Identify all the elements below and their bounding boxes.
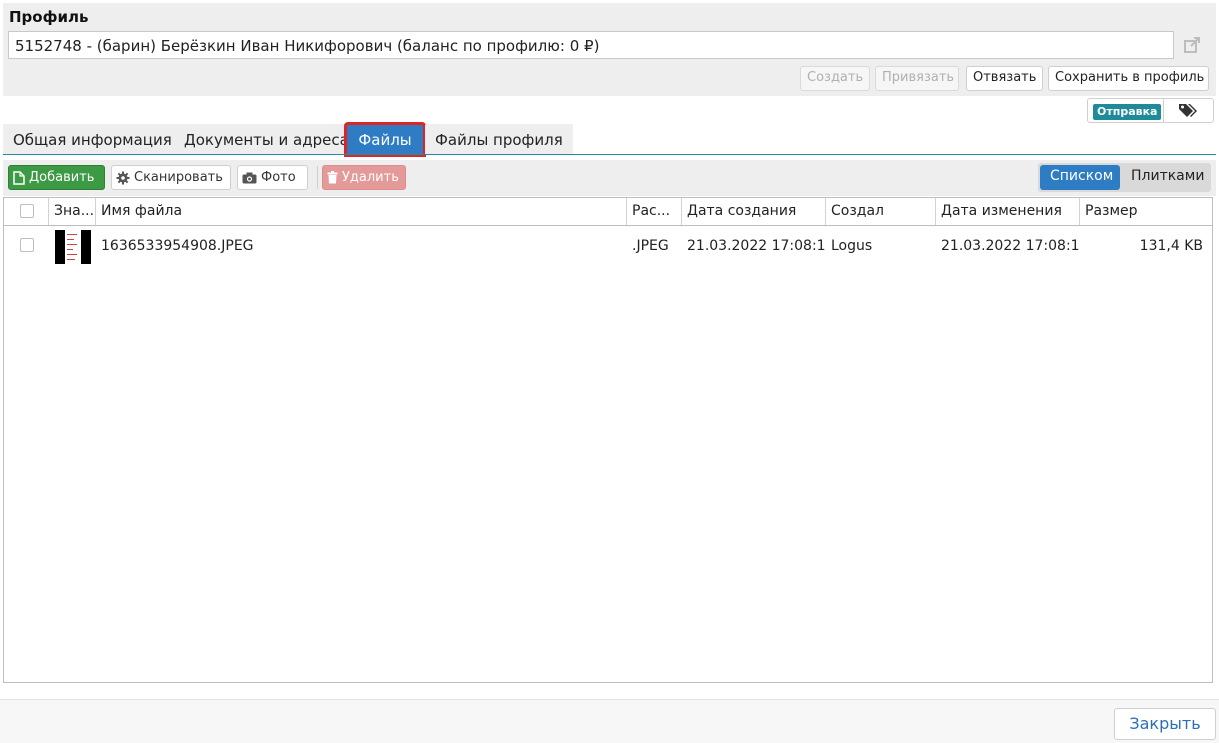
file-icon xyxy=(13,170,25,185)
view-tiles-button[interactable]: Плитками xyxy=(1121,165,1209,190)
badge-divider xyxy=(1163,99,1164,122)
select-all-checkbox[interactable] xyxy=(20,204,34,218)
scan-button[interactable]: Сканировать xyxy=(111,165,231,190)
files-dialog: Профиль 5152748 - (барин) Берёзкин Иван … xyxy=(0,0,1219,743)
header-icon[interactable]: Зна... xyxy=(49,198,96,225)
save-to-profile-button[interactable]: Сохранить в профиль xyxy=(1048,66,1209,91)
tab-files[interactable]: Файлы xyxy=(344,122,426,157)
badge-group: Отправка xyxy=(1087,98,1214,123)
row-size: 131,4 KB xyxy=(1139,238,1203,254)
view-list-button[interactable]: Списком xyxy=(1040,165,1120,190)
photo-button[interactable]: Фото xyxy=(237,165,308,190)
tab-documents[interactable]: Документы и адреса xyxy=(174,124,359,155)
delete-button[interactable]: Удалить xyxy=(322,165,406,190)
camera-icon xyxy=(242,172,257,183)
row-author: Logus xyxy=(831,238,873,254)
photo-button-label: Фото xyxy=(261,170,296,185)
header-modified[interactable]: Дата изменения xyxy=(936,198,1080,225)
files-grid: Зна... Имя файла Рас... Дата создания Со… xyxy=(3,197,1213,683)
create-button[interactable]: Создать xyxy=(800,66,870,91)
file-thumbnail[interactable] xyxy=(55,230,91,264)
dialog-footer: Закрыть xyxy=(0,699,1219,743)
add-button-label: Добавить xyxy=(29,170,95,185)
otpravka-badge[interactable]: Отправка xyxy=(1093,104,1162,120)
header-filename[interactable]: Имя файла xyxy=(96,198,627,225)
table-row[interactable]: 1636533954908.JPEG .JPEG 21.03.2022 17:0… xyxy=(4,227,1212,267)
close-button[interactable]: Закрыть xyxy=(1114,708,1216,740)
profile-panel: Профиль 5152748 - (барин) Берёзкин Иван … xyxy=(3,3,1216,96)
profile-field[interactable]: 5152748 - (барин) Берёзкин Иван Никифоро… xyxy=(8,31,1174,59)
row-checkbox[interactable] xyxy=(20,238,34,252)
delete-button-label: Удалить xyxy=(342,170,399,185)
trash-icon xyxy=(327,171,338,184)
tags-icon[interactable] xyxy=(1178,102,1200,118)
profile-title: Профиль xyxy=(9,8,89,26)
bind-button[interactable]: Привязать xyxy=(875,66,959,91)
row-modified: 21.03.2022 17:08:10 xyxy=(941,238,1080,254)
files-toolbar: Добавить Сканировать Фото Удалить Списко… xyxy=(3,160,1216,196)
grid-header: Зна... Имя файла Рас... Дата создания Со… xyxy=(4,198,1212,226)
header-select-all xyxy=(4,198,49,225)
scan-button-label: Сканировать xyxy=(134,170,223,185)
row-extension: .JPEG xyxy=(632,238,669,254)
external-link-icon[interactable] xyxy=(1183,36,1201,54)
header-size[interactable]: Размер xyxy=(1080,198,1212,225)
add-button[interactable]: Добавить xyxy=(8,165,105,190)
header-extension[interactable]: Рас... xyxy=(627,198,682,225)
tabs-underline xyxy=(3,154,1216,155)
header-author[interactable]: Создал xyxy=(826,198,936,225)
gear-icon xyxy=(116,171,130,184)
row-created: 21.03.2022 17:08:10 xyxy=(687,238,826,254)
toolbar-divider xyxy=(317,166,318,189)
view-toggle: Списком Плитками xyxy=(1038,163,1211,192)
tab-general[interactable]: Общая информация xyxy=(3,124,182,155)
unbind-button[interactable]: Отвязать xyxy=(966,66,1043,91)
row-filename: 1636533954908.JPEG xyxy=(101,238,254,254)
tab-profile-files[interactable]: Файлы профиля xyxy=(425,124,573,155)
header-created[interactable]: Дата создания xyxy=(682,198,826,225)
